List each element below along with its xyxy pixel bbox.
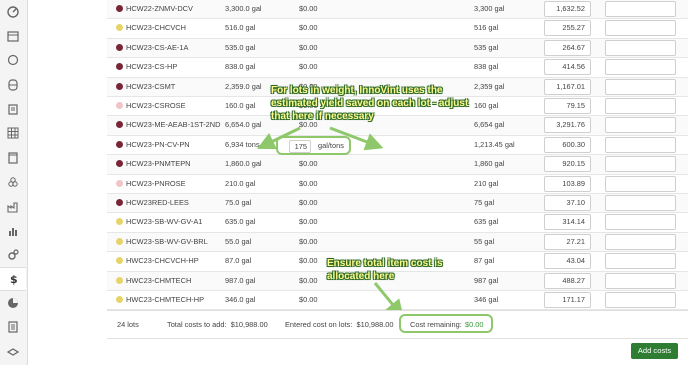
- entered-costs-text: Entered cost on lots: $10,988.00: [285, 320, 394, 329]
- cost-footer: 24 lots Total costs to add: $10,988.00 E…: [107, 310, 688, 339]
- cost-remaining-box: Cost remaining: $0.00: [399, 314, 493, 333]
- cost-remaining-value: $0.00: [465, 320, 484, 329]
- total-costs-text: Total costs to add: $10,988.00: [167, 320, 268, 329]
- cost-remaining-label: Cost remaining:: [410, 320, 462, 329]
- lots-count: 24 lots: [117, 320, 139, 329]
- add-costs-button[interactable]: Add costs: [631, 343, 678, 359]
